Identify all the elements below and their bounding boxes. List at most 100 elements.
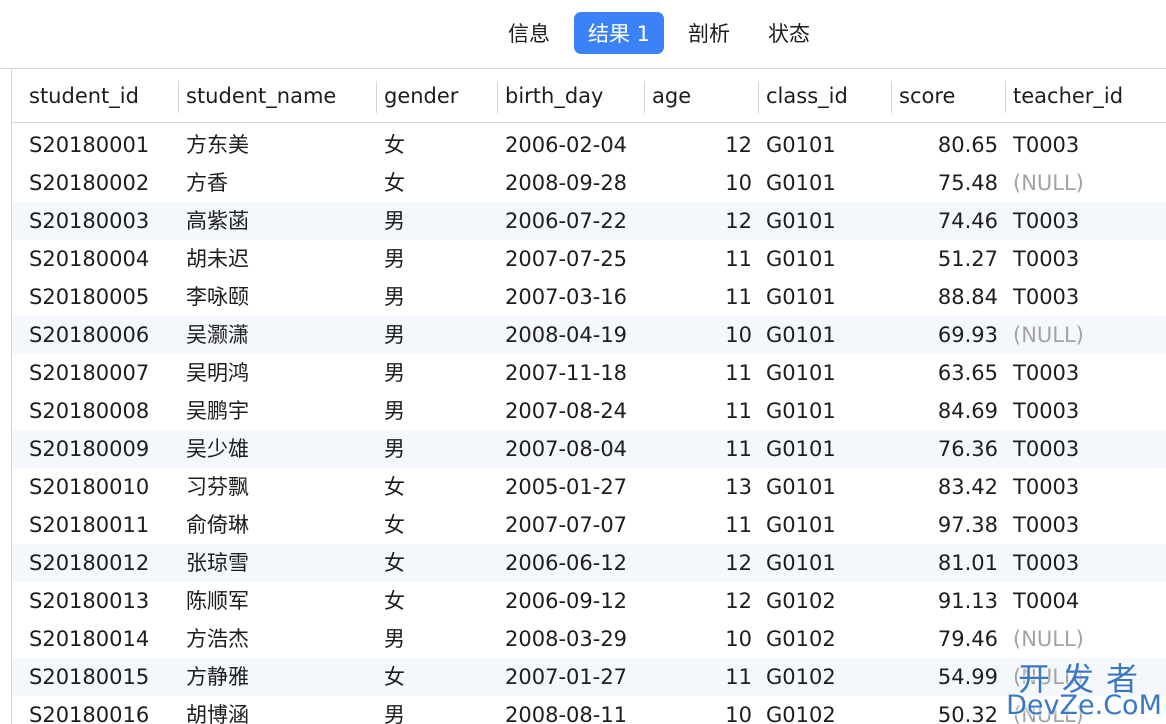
- cell-student-id[interactable]: S20180003: [29, 202, 179, 240]
- cell-gender[interactable]: 女: [384, 126, 494, 164]
- cell-age[interactable]: 11: [652, 392, 752, 430]
- cell-class-id[interactable]: G0101: [766, 468, 886, 506]
- cell-student-name[interactable]: 方静雅: [186, 658, 376, 696]
- cell-student-name[interactable]: 习芬飘: [186, 468, 376, 506]
- cell-birth-day[interactable]: 2007-08-04: [505, 430, 645, 468]
- cell-score[interactable]: 84.69: [892, 392, 998, 430]
- cell-student-name[interactable]: 方浩杰: [186, 620, 376, 658]
- cell-gender[interactable]: 女: [384, 506, 494, 544]
- cell-age[interactable]: 12: [652, 544, 752, 582]
- cell-gender[interactable]: 女: [384, 164, 494, 202]
- cell-score[interactable]: 81.01: [892, 544, 998, 582]
- cell-age[interactable]: 10: [652, 696, 752, 724]
- cell-birth-day[interactable]: 2007-07-07: [505, 506, 645, 544]
- table-row[interactable]: S20180012 张琼雪女 2006-06-12 12 G0101 81.01 T0003: [12, 544, 1166, 582]
- cell-age[interactable]: 10: [652, 316, 752, 354]
- cell-student-name[interactable]: 高紫菡: [186, 202, 376, 240]
- cell-student-name[interactable]: 俞倚琳: [186, 506, 376, 544]
- column-header-age[interactable]: age: [646, 69, 691, 123]
- cell-student-id[interactable]: S20180010: [29, 468, 179, 506]
- column-divider[interactable]: [376, 81, 377, 113]
- cell-teacher-id[interactable]: (NULL): [1013, 696, 1163, 724]
- cell-student-name[interactable]: 吴灏潇: [186, 316, 376, 354]
- cell-age[interactable]: 11: [652, 278, 752, 316]
- column-header-student-name[interactable]: student_name: [180, 69, 336, 123]
- column-divider[interactable]: [891, 81, 892, 113]
- cell-age[interactable]: 11: [652, 240, 752, 278]
- cell-teacher-id[interactable]: (NULL): [1013, 316, 1163, 354]
- cell-teacher-id[interactable]: T0003: [1013, 240, 1163, 278]
- cell-score[interactable]: 75.48: [892, 164, 998, 202]
- cell-class-id[interactable]: G0102: [766, 620, 886, 658]
- cell-class-id[interactable]: G0101: [766, 354, 886, 392]
- cell-birth-day[interactable]: 2007-01-27: [505, 658, 645, 696]
- cell-student-id[interactable]: S20180013: [29, 582, 179, 620]
- cell-student-id[interactable]: S20180011: [29, 506, 179, 544]
- tab-status[interactable]: 状态: [754, 12, 824, 54]
- cell-student-id[interactable]: S20180006: [29, 316, 179, 354]
- cell-class-id[interactable]: G0102: [766, 582, 886, 620]
- cell-student-id[interactable]: S20180012: [29, 544, 179, 582]
- cell-class-id[interactable]: G0101: [766, 164, 886, 202]
- cell-gender[interactable]: 男: [384, 278, 494, 316]
- cell-gender[interactable]: 男: [384, 430, 494, 468]
- cell-teacher-id[interactable]: T0003: [1013, 126, 1163, 164]
- cell-teacher-id[interactable]: T0003: [1013, 354, 1163, 392]
- cell-teacher-id[interactable]: T0003: [1013, 202, 1163, 240]
- cell-teacher-id[interactable]: (NULL): [1013, 164, 1163, 202]
- column-divider[interactable]: [497, 81, 498, 113]
- cell-student-id[interactable]: S20180015: [29, 658, 179, 696]
- column-header-student-id[interactable]: student_id: [23, 69, 173, 123]
- cell-score[interactable]: 80.65: [892, 126, 998, 164]
- table-row[interactable]: S20180016 胡博涵男 2008-08-11 10 G0102 50.32 (NULL…: [12, 696, 1166, 724]
- table-row[interactable]: S20180003 高紫菡男 2006-07-22 12 G0101 74.46 T0003: [12, 202, 1166, 240]
- table-row[interactable]: S20180007 吴明鸿男 2007-11-18 11 G0101 63.65 T0003: [12, 354, 1166, 392]
- cell-student-id[interactable]: S20180001: [29, 126, 179, 164]
- cell-student-name[interactable]: 张琼雪: [186, 544, 376, 582]
- cell-student-name[interactable]: 方东美: [186, 126, 376, 164]
- column-divider[interactable]: [758, 81, 759, 113]
- cell-age[interactable]: 11: [652, 354, 752, 392]
- cell-student-name[interactable]: 吴明鸿: [186, 354, 376, 392]
- cell-birth-day[interactable]: 2008-04-19: [505, 316, 645, 354]
- cell-age[interactable]: 11: [652, 506, 752, 544]
- cell-student-name[interactable]: 胡未迟: [186, 240, 376, 278]
- cell-birth-day[interactable]: 2006-06-12: [505, 544, 645, 582]
- cell-teacher-id[interactable]: T0003: [1013, 430, 1163, 468]
- cell-gender[interactable]: 男: [384, 354, 494, 392]
- tab-result-1[interactable]: 结果 1: [574, 12, 665, 54]
- cell-score[interactable]: 88.84: [892, 278, 998, 316]
- cell-class-id[interactable]: G0101: [766, 392, 886, 430]
- cell-teacher-id[interactable]: (NULL): [1013, 620, 1163, 658]
- cell-score[interactable]: 69.93: [892, 316, 998, 354]
- cell-class-id[interactable]: G0101: [766, 126, 886, 164]
- cell-class-id[interactable]: G0101: [766, 278, 886, 316]
- cell-student-id[interactable]: S20180004: [29, 240, 179, 278]
- cell-score[interactable]: 97.38: [892, 506, 998, 544]
- cell-class-id[interactable]: G0101: [766, 202, 886, 240]
- table-row[interactable]: S20180004 胡未迟男 2007-07-25 11 G0101 51.27 T0003: [12, 240, 1166, 278]
- cell-birth-day[interactable]: 2006-02-04: [505, 126, 645, 164]
- cell-student-name[interactable]: 胡博涵: [186, 696, 376, 724]
- cell-age[interactable]: 10: [652, 164, 752, 202]
- column-header-teacher-id[interactable]: teacher_id: [1007, 69, 1123, 123]
- column-divider[interactable]: [644, 81, 645, 113]
- cell-score[interactable]: 54.99: [892, 658, 998, 696]
- table-row[interactable]: S20180014 方浩杰男 2008-03-29 10 G0102 79.46 (NULL…: [12, 620, 1166, 658]
- column-header-birth-day[interactable]: birth_day: [499, 69, 603, 123]
- table-row[interactable]: S20180008 吴鹏宇男 2007-08-24 11 G0101 84.69 T0003: [12, 392, 1166, 430]
- cell-student-id[interactable]: S20180007: [29, 354, 179, 392]
- table-row[interactable]: S20180011 俞倚琳女 2007-07-07 11 G0101 97.38 T0003: [12, 506, 1166, 544]
- cell-class-id[interactable]: G0101: [766, 544, 886, 582]
- cell-gender[interactable]: 女: [384, 658, 494, 696]
- cell-birth-day[interactable]: 2007-07-25: [505, 240, 645, 278]
- cell-student-id[interactable]: S20180005: [29, 278, 179, 316]
- table-row[interactable]: S20180015 方静雅女 2007-01-27 11 G0102 54.99 (NULL…: [12, 658, 1166, 696]
- cell-teacher-id[interactable]: T0003: [1013, 278, 1163, 316]
- cell-score[interactable]: 76.36: [892, 430, 998, 468]
- cell-teacher-id[interactable]: T0003: [1013, 544, 1163, 582]
- cell-student-id[interactable]: S20180014: [29, 620, 179, 658]
- cell-student-name[interactable]: 李咏颐: [186, 278, 376, 316]
- column-header-gender[interactable]: gender: [378, 69, 458, 123]
- cell-class-id[interactable]: G0102: [766, 696, 886, 724]
